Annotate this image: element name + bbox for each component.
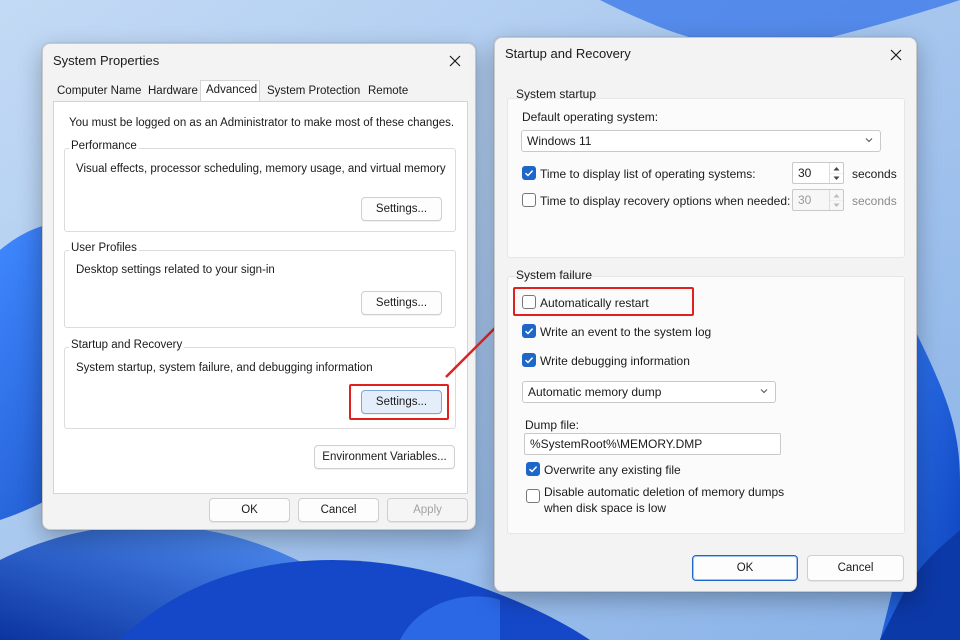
close-icon	[449, 55, 461, 67]
write-event-checkbox[interactable]	[522, 324, 536, 338]
startup-recovery-title: Startup and Recovery	[69, 339, 185, 351]
time-display-os-spinner[interactable]: 30	[792, 162, 844, 184]
user-profiles-settings-button[interactable]: Settings...	[361, 291, 442, 315]
cancel-button[interactable]: Cancel	[807, 555, 904, 581]
caret-up-icon	[833, 166, 840, 170]
checkmark-icon	[524, 328, 534, 335]
chevron-down-icon	[760, 389, 768, 394]
tab-hardware[interactable]: Hardware	[146, 82, 200, 102]
caret-down-icon	[833, 203, 840, 207]
ok-button[interactable]: OK	[209, 498, 290, 522]
window-title: Startup and Recovery	[505, 46, 631, 61]
time-display-recovery-value: 30	[798, 193, 812, 207]
dump-file-label: Dump file:	[525, 418, 580, 432]
system-properties-window: System Properties Computer Name Hardware…	[42, 43, 476, 530]
default-os-value: Windows 11	[527, 134, 592, 148]
system-properties-titlebar: System Properties	[43, 44, 475, 78]
write-event-label: Write an event to the system log	[540, 325, 712, 339]
default-os-label: Default operating system:	[522, 110, 659, 124]
spinner-down-button[interactable]	[830, 200, 843, 210]
write-debug-checkbox[interactable]	[522, 353, 536, 367]
disable-delete-label-line2: when disk space is low	[544, 501, 667, 515]
dump-file-input[interactable]: %SystemRoot%\MEMORY.DMP	[524, 433, 781, 455]
spinner-arrows	[829, 190, 843, 210]
tab-system-protection[interactable]: System Protection	[265, 82, 362, 102]
auto-restart-highlight-box	[513, 287, 694, 316]
write-debug-label: Write debugging information	[540, 354, 690, 368]
environment-variables-button[interactable]: Environment Variables...	[314, 445, 455, 469]
time-display-recovery-label: Time to display recovery options when ne…	[540, 194, 791, 208]
checkmark-icon	[524, 357, 534, 364]
system-failure-heading: System failure	[516, 268, 593, 282]
default-os-dropdown[interactable]: Windows 11	[521, 130, 881, 152]
window-title: System Properties	[53, 53, 160, 68]
time-display-os-label: Time to display list of operating system…	[540, 167, 756, 181]
tab-remote[interactable]: Remote	[366, 82, 410, 102]
user-profiles-description: Desktop settings related to your sign-in	[76, 264, 275, 276]
user-profiles-title: User Profiles	[69, 242, 139, 254]
ok-button[interactable]: OK	[692, 555, 798, 581]
dump-file-value: %SystemRoot%\MEMORY.DMP	[530, 437, 703, 451]
seconds-label: seconds	[852, 167, 897, 181]
caret-down-icon	[833, 176, 840, 180]
disable-delete-label-line1: Disable automatic deletion of memory dum…	[544, 485, 785, 499]
apply-button[interactable]: Apply	[387, 498, 468, 522]
spinner-up-button[interactable]	[830, 190, 843, 200]
performance-title: Performance	[69, 140, 139, 152]
user-profiles-group: User Profiles Desktop settings related t…	[64, 242, 456, 328]
performance-group: Performance Visual effects, processor sc…	[64, 140, 456, 232]
time-display-recovery-checkbox[interactable]	[522, 193, 536, 207]
time-display-recovery-spinner[interactable]: 30	[792, 189, 844, 211]
dialog-footer: OK Cancel Apply	[43, 493, 475, 529]
dump-type-dropdown[interactable]: Automatic memory dump	[522, 381, 776, 403]
tab-computer-name[interactable]: Computer Name	[55, 82, 143, 102]
close-icon	[890, 49, 902, 61]
cancel-button[interactable]: Cancel	[298, 498, 379, 522]
chevron-down-icon	[865, 138, 873, 143]
caret-up-icon	[833, 193, 840, 197]
checkmark-icon	[528, 466, 538, 473]
settings-highlight-box	[349, 384, 449, 420]
performance-description: Visual effects, processor scheduling, me…	[76, 163, 446, 175]
spinner-up-button[interactable]	[830, 163, 843, 173]
admin-notice: You must be logged on as an Administrato…	[69, 117, 455, 129]
spinner-arrows	[829, 163, 843, 183]
startup-recovery-titlebar: Startup and Recovery	[495, 38, 916, 72]
seconds-label: seconds	[852, 194, 897, 208]
time-display-os-checkbox[interactable]	[522, 166, 536, 180]
overwrite-checkbox[interactable]	[526, 462, 540, 476]
advanced-tab-panel: You must be logged on as an Administrato…	[53, 101, 468, 494]
checkmark-icon	[524, 170, 534, 177]
startup-recovery-description: System startup, system failure, and debu…	[76, 362, 373, 374]
dump-type-value: Automatic memory dump	[528, 385, 662, 399]
time-display-os-value: 30	[798, 166, 812, 180]
performance-settings-button[interactable]: Settings...	[361, 197, 442, 221]
close-button[interactable]	[441, 48, 469, 74]
disable-delete-checkbox[interactable]	[526, 489, 540, 503]
startup-recovery-window: Startup and Recovery System startup Defa…	[494, 37, 917, 592]
spinner-down-button[interactable]	[830, 173, 843, 183]
close-button[interactable]	[882, 42, 910, 68]
system-startup-heading: System startup	[516, 87, 597, 101]
overwrite-label: Overwrite any existing file	[544, 463, 681, 477]
